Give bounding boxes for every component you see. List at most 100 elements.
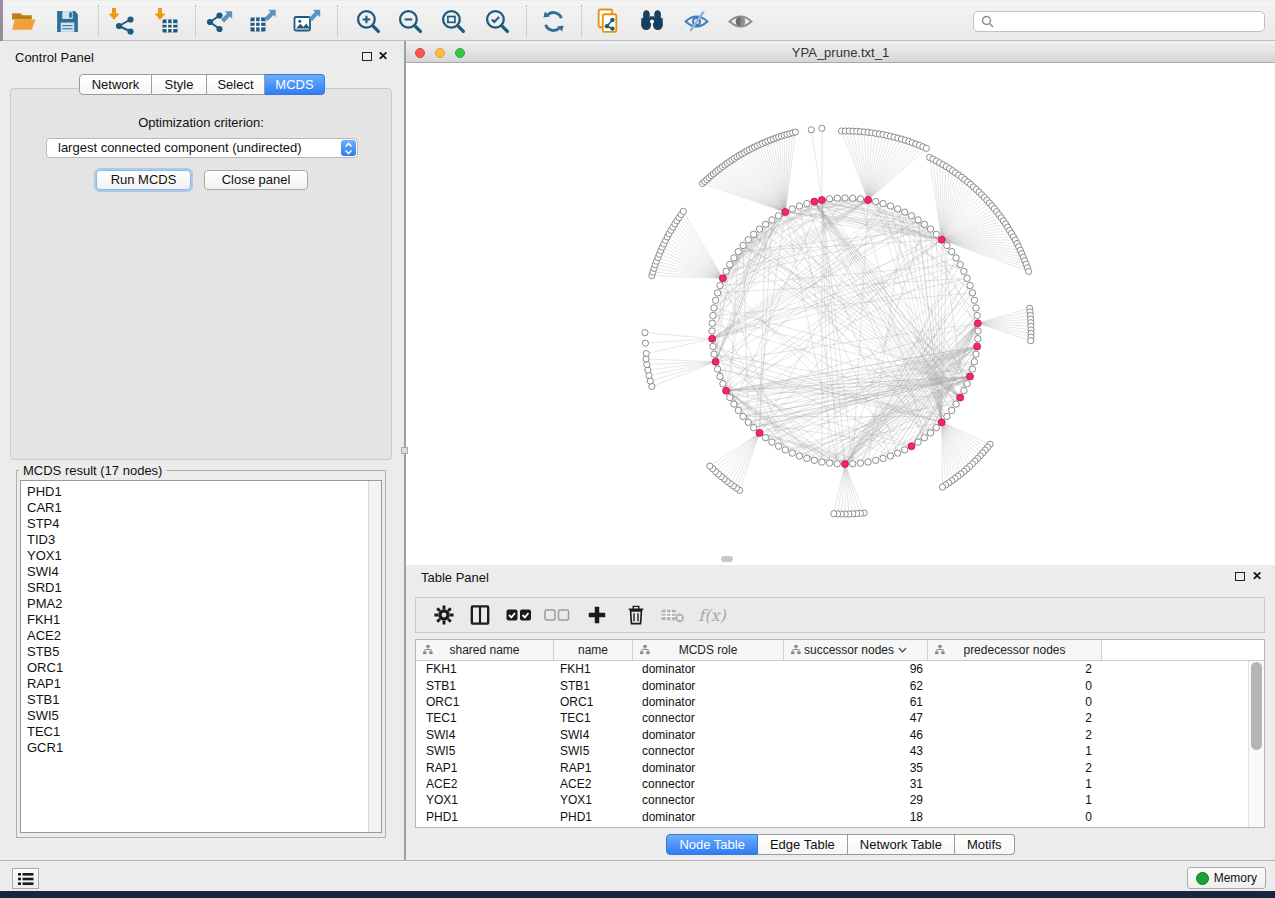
float-window-icon[interactable] bbox=[362, 52, 372, 61]
table-cell: ACE2 bbox=[416, 777, 554, 791]
import-network-icon[interactable] bbox=[108, 7, 136, 35]
table-row[interactable]: STB1STB1dominator620 bbox=[416, 677, 1248, 693]
table-cell: 47 bbox=[784, 711, 928, 725]
optimization-criterion-dropdown[interactable]: largest connected component (undirected) bbox=[46, 138, 358, 158]
mcds-result-list[interactable]: PHD1CAR1STP4TID3YOX1SWI4SRD1PMA2FKH1ACE2… bbox=[21, 481, 368, 832]
mcds-result-item[interactable]: TID3 bbox=[27, 532, 368, 548]
select-all-icon[interactable] bbox=[506, 604, 533, 626]
close-panel-icon[interactable]: ✕ bbox=[1252, 569, 1262, 583]
close-panel-icon[interactable]: ✕ bbox=[378, 49, 388, 63]
hide-graphics-details-icon[interactable] bbox=[682, 7, 710, 35]
table-cell: FKH1 bbox=[416, 662, 554, 676]
refresh-icon[interactable] bbox=[539, 7, 567, 35]
mcds-result-item[interactable]: ACE2 bbox=[27, 628, 368, 644]
mcds-result-item[interactable]: FKH1 bbox=[27, 612, 368, 628]
zoom-out-icon[interactable] bbox=[396, 7, 424, 35]
export-table-icon[interactable] bbox=[249, 7, 277, 35]
network-window-titlebar[interactable]: YPA_prune.txt_1 bbox=[406, 41, 1275, 63]
open-icon[interactable] bbox=[9, 7, 37, 35]
add-column-icon[interactable] bbox=[588, 606, 607, 625]
table-cell: connector bbox=[633, 777, 784, 791]
mcds-result-item[interactable]: RAP1 bbox=[27, 676, 368, 692]
panel-splitter-handle[interactable] bbox=[401, 447, 408, 454]
show-graphics-details-icon[interactable] bbox=[726, 7, 754, 35]
mcds-result-item[interactable]: CAR1 bbox=[27, 500, 368, 516]
mcds-result-item[interactable]: ORC1 bbox=[27, 660, 368, 676]
table-row[interactable]: ACE2ACE2connector311 bbox=[416, 776, 1248, 792]
mcds-result-item[interactable]: PHD1 bbox=[27, 484, 368, 500]
search-box[interactable] bbox=[973, 11, 1265, 32]
share-document-icon[interactable] bbox=[594, 7, 622, 35]
table-cell: 31 bbox=[784, 777, 928, 791]
search-network-icon[interactable] bbox=[638, 7, 666, 35]
table-toolbar: f(x) bbox=[415, 597, 1265, 633]
table-row[interactable]: SWI5SWI5connector431 bbox=[416, 743, 1248, 759]
export-image-icon[interactable] bbox=[293, 7, 321, 35]
network-graph-canvas[interactable] bbox=[406, 63, 1275, 565]
mcds-result-item[interactable]: STP4 bbox=[27, 516, 368, 532]
search-input[interactable] bbox=[998, 15, 1238, 29]
float-window-icon[interactable] bbox=[1235, 572, 1245, 581]
table-cell: YOX1 bbox=[554, 793, 633, 807]
table-row[interactable]: RAP1RAP1dominator352 bbox=[416, 759, 1248, 775]
scrollbar-thumb[interactable] bbox=[1251, 662, 1262, 750]
table-cell: 62 bbox=[784, 679, 928, 693]
mcds-result-item[interactable]: SWI4 bbox=[27, 564, 368, 580]
mcds-result-item[interactable]: SWI5 bbox=[27, 708, 368, 724]
column-header-MCDS-role[interactable]: MCDS role bbox=[633, 640, 784, 661]
table-cell: 35 bbox=[784, 761, 928, 775]
save-icon[interactable] bbox=[53, 7, 81, 35]
tab-mcds[interactable]: MCDS bbox=[265, 74, 325, 95]
table-row[interactable]: YOX1YOX1connector291 bbox=[416, 792, 1248, 808]
mcds-result-item[interactable]: GCR1 bbox=[27, 740, 368, 756]
table-row[interactable]: SWI4SWI4dominator462 bbox=[416, 727, 1248, 743]
table-cell: dominator bbox=[633, 728, 784, 742]
deselect-all-icon[interactable] bbox=[544, 604, 571, 626]
table-row[interactable]: FKH1FKH1dominator962 bbox=[416, 661, 1248, 677]
tab-edge-table[interactable]: Edge Table bbox=[758, 834, 848, 855]
table-row[interactable]: TEC1TEC1connector472 bbox=[416, 710, 1248, 726]
network-horizontal-scrollbar[interactable] bbox=[721, 556, 733, 562]
table-row[interactable]: PHD1PHD1dominator180 bbox=[416, 809, 1248, 825]
task-history-button[interactable] bbox=[12, 868, 39, 889]
run-mcds-button[interactable]: Run MCDS bbox=[96, 170, 191, 190]
import-table-icon[interactable] bbox=[152, 7, 180, 35]
table-cell: 61 bbox=[784, 695, 928, 709]
memory-button[interactable]: Memory bbox=[1187, 867, 1266, 889]
tab-select[interactable]: Select bbox=[207, 74, 265, 95]
table-vertical-scrollbar[interactable] bbox=[1248, 661, 1264, 827]
delete-column-icon[interactable] bbox=[626, 605, 646, 626]
tab-network[interactable]: Network bbox=[79, 74, 152, 95]
close-panel-button[interactable]: Close panel bbox=[204, 170, 308, 190]
export-network-icon[interactable] bbox=[205, 7, 233, 35]
table-tabs: Node TableEdge TableNetwork TableMotifs bbox=[406, 834, 1275, 855]
mcds-result-item[interactable]: STB5 bbox=[27, 644, 368, 660]
tab-node-table[interactable]: Node Table bbox=[666, 834, 758, 855]
table-cell: SWI4 bbox=[554, 728, 633, 742]
table-cell: 1 bbox=[928, 793, 1102, 807]
control-panel-title: Control Panel bbox=[15, 50, 94, 65]
mcds-result-item[interactable]: PMA2 bbox=[27, 596, 368, 612]
zoom-in-icon[interactable] bbox=[354, 7, 382, 35]
column-header-predecessor-nodes[interactable]: predecessor nodes bbox=[928, 640, 1102, 661]
column-header-successor-nodes[interactable]: successor nodes bbox=[784, 640, 928, 661]
zoom-fit-icon[interactable] bbox=[439, 7, 467, 35]
mcds-result-item[interactable]: SRD1 bbox=[27, 580, 368, 596]
mcds-result-item[interactable]: TEC1 bbox=[27, 724, 368, 740]
table-row[interactable]: ORC1ORC1dominator610 bbox=[416, 694, 1248, 710]
table-cell: dominator bbox=[633, 662, 784, 676]
settings-gear-icon[interactable] bbox=[434, 605, 455, 626]
table-cell: 18 bbox=[784, 810, 928, 824]
mcds-result-scrollbar[interactable] bbox=[368, 481, 381, 832]
tab-style[interactable]: Style bbox=[152, 74, 207, 95]
zoom-selected-icon[interactable] bbox=[483, 7, 511, 35]
search-icon bbox=[981, 15, 994, 28]
column-header-name[interactable]: name bbox=[554, 640, 633, 661]
tab-motifs[interactable]: Motifs bbox=[955, 834, 1015, 855]
table-cell: 0 bbox=[928, 810, 1102, 824]
tab-network-table[interactable]: Network Table bbox=[848, 834, 955, 855]
columns-icon[interactable] bbox=[470, 605, 490, 625]
mcds-result-item[interactable]: YOX1 bbox=[27, 548, 368, 564]
column-header-shared-name[interactable]: shared name bbox=[416, 640, 554, 661]
mcds-result-item[interactable]: STB1 bbox=[27, 692, 368, 708]
